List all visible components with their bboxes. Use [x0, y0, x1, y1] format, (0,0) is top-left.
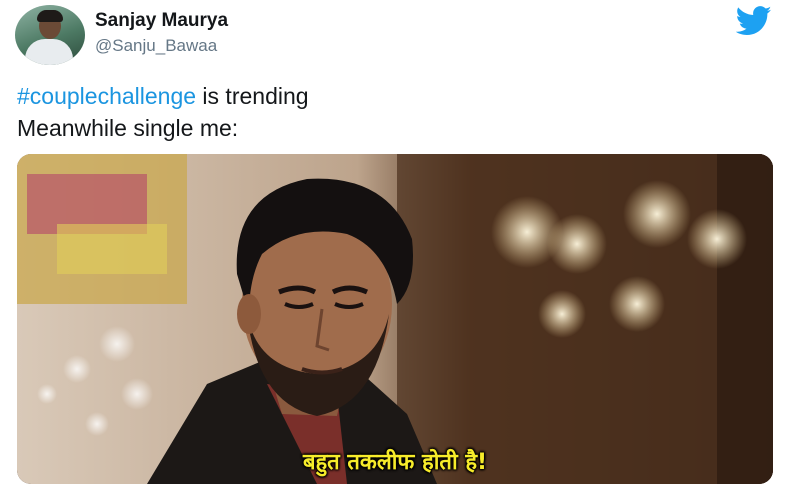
tweet-line-1-text: is trending — [196, 83, 309, 109]
twitter-bird-icon[interactable] — [736, 6, 772, 36]
tweet-media-image[interactable]: बहुत तकलीफ होती है! — [17, 154, 773, 484]
author-display-name[interactable]: Sanjay Maurya — [95, 10, 228, 32]
meme-still-image — [17, 154, 773, 484]
avatar-hair — [37, 10, 63, 22]
avatar-shirt — [25, 39, 73, 65]
tweet-line-1: #couplechallenge is trending — [17, 80, 309, 112]
tweet-card: Sanjay Maurya @Sanju_Bawaa #couplechalle… — [0, 0, 800, 484]
tweet-body: #couplechallenge is trending Meanwhile s… — [17, 80, 309, 144]
author-handle[interactable]: @Sanju_Bawaa — [95, 36, 217, 56]
hashtag-link[interactable]: #couplechallenge — [17, 83, 196, 109]
avatar[interactable] — [15, 5, 85, 65]
tweet-line-2: Meanwhile single me: — [17, 115, 239, 141]
meme-subtitle: बहुत तकलीफ होती है! — [302, 450, 488, 475]
